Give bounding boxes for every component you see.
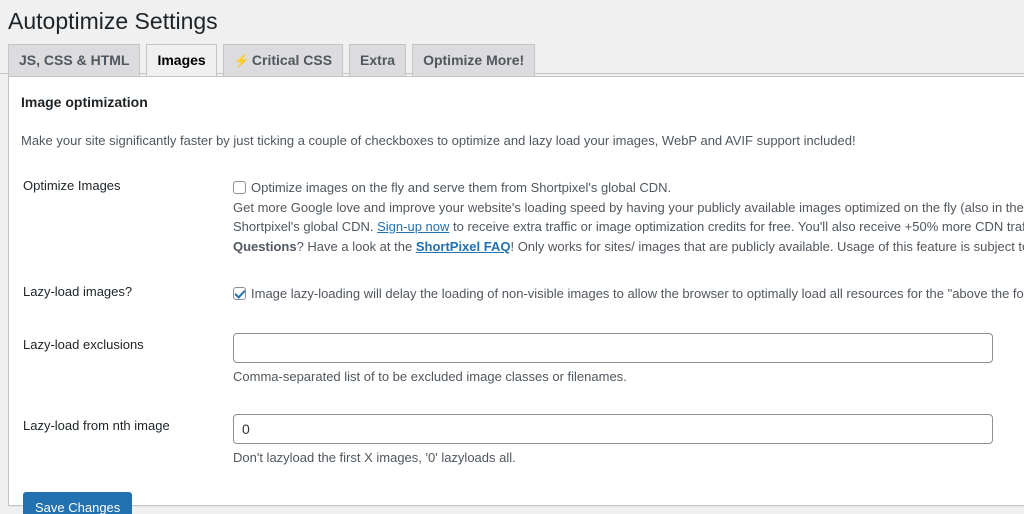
- desc-text: ! Only works for sites/ images that are …: [510, 238, 1024, 254]
- page-title: Autoptimize Settings: [8, 8, 218, 34]
- optimize-images-checkbox-row[interactable]: Optimize images on the fly and serve the…: [233, 178, 1024, 198]
- label-lazy-load-images: Lazy-load images?: [23, 284, 133, 300]
- lazy-load-checkbox-label: Image lazy-loading will delay the loadin…: [251, 286, 1024, 302]
- optimize-images-checkbox-label: Optimize images on the fly and serve the…: [251, 180, 672, 196]
- lazy-load-checkbox[interactable]: [233, 287, 246, 301]
- tab-js-css-html[interactable]: JS, CSS & HTML: [8, 43, 141, 77]
- cell-lazy-load-images: Image lazy-loading will delay the loadin…: [233, 270, 1024, 319]
- cell-lazy-load-exclusions: Comma-separated list of to be excluded i…: [233, 319, 1024, 401]
- label-lazy-load-nth-image: Lazy-load from nth image: [23, 418, 170, 434]
- tab-label: Critical CSS: [251, 51, 333, 68]
- desc-text: Shortpixel's global CDN.: [233, 219, 378, 235]
- panel-intro: Make your site significantly faster by j…: [21, 132, 856, 148]
- optimize-images-desc-line-3: Shortpixel's global CDN. Sign-up now to …: [233, 217, 1024, 237]
- desc-text: to receive extra traffic or image optimi…: [453, 219, 1024, 235]
- shortpixel-faq-link[interactable]: ShortPixel FAQ: [416, 239, 511, 254]
- desc-text: ? Have a look at the: [296, 238, 416, 254]
- optimize-images-checkbox[interactable]: [233, 181, 246, 195]
- label-optimize-images: Optimize Images: [23, 178, 121, 194]
- optimize-images-desc-line-4: Questions? Have a look at the ShortPixel…: [233, 237, 1024, 257]
- tab-critical-css[interactable]: ⚡ Critical CSS: [222, 43, 344, 77]
- tab-label: Optimize More!: [423, 51, 525, 68]
- bolt-icon: ⚡: [233, 52, 250, 68]
- tab-images[interactable]: Images: [146, 43, 217, 78]
- lazy-load-nth-image-input[interactable]: [233, 414, 993, 445]
- tab-label: Images: [157, 51, 206, 68]
- tab-extra[interactable]: Extra: [349, 43, 407, 77]
- row-optimize-images: Optimize Images Optimize images on the f…: [21, 164, 1024, 270]
- settings-tabs: JS, CSS & HTML Images ⚡ Critical CSS Extr…: [0, 43, 1024, 78]
- row-lazy-load-exclusions: Lazy-load exclusions Comma-separated lis…: [21, 319, 1024, 401]
- label-lazy-load-exclusions: Lazy-load exclusions: [23, 336, 144, 352]
- row-lazy-load-images: Lazy-load images? Image lazy-loading wil…: [21, 270, 1024, 319]
- tab-label: JS, CSS & HTML: [19, 51, 130, 68]
- tab-label: Extra: [360, 51, 396, 68]
- admin-page: Autoptimize Settings JS, CSS & HTML Imag…: [0, 0, 1024, 514]
- panel-heading: Image optimization: [21, 94, 148, 110]
- cell-optimize-images: Optimize images on the fly and serve the…: [233, 164, 1024, 270]
- row-lazy-load-nth-image: Lazy-load from nth image Don't lazyload …: [21, 400, 1024, 482]
- save-changes-button[interactable]: Save Changes: [23, 491, 133, 514]
- submit-area: Save Changes: [21, 482, 1024, 514]
- settings-form-table: Optimize Images Optimize images on the f…: [21, 164, 1024, 482]
- tab-optimize-more[interactable]: Optimize More!: [412, 43, 536, 77]
- questions-label: Questions: [233, 238, 297, 254]
- lazy-load-exclusions-input[interactable]: [233, 332, 993, 363]
- optimize-images-desc-line-2: Get more Google love and improve your we…: [233, 199, 1024, 215]
- cell-lazy-load-nth-image: Don't lazyload the first X images, '0' l…: [233, 400, 1024, 482]
- lazy-load-exclusions-help: Comma-separated list of to be excluded i…: [233, 368, 627, 384]
- lazy-load-nth-image-help: Don't lazyload the first X images, '0' l…: [233, 450, 516, 466]
- lazy-load-checkbox-row[interactable]: Image lazy-loading will delay the loadin…: [233, 284, 1024, 304]
- signup-now-link[interactable]: Sign-up now: [377, 219, 449, 234]
- image-optimization-panel: Image optimization Make your site signif…: [8, 76, 1024, 514]
